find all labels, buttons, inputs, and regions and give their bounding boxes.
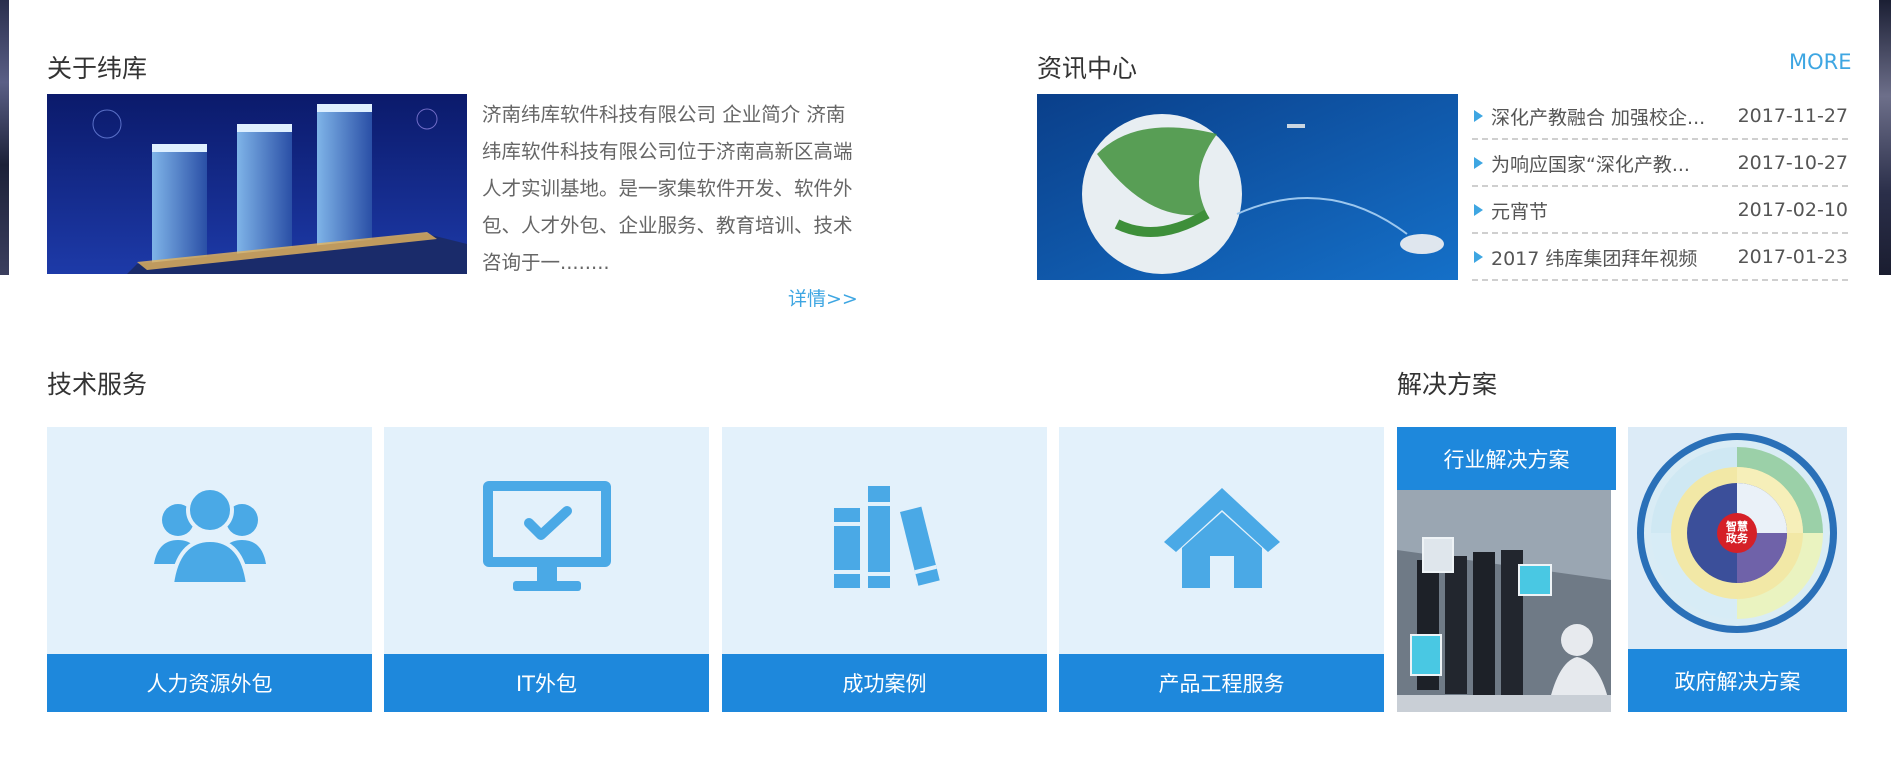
about-description: 济南纬库软件科技有限公司 企业简介 济南纬库软件科技有限公司位于济南高新区高端人… [482,103,853,274]
datacenter-image [1397,490,1611,712]
government-solution-label: 政府解决方案 [1628,649,1847,712]
gov-wheel-image: 智慧政务 [1628,427,1847,649]
about-more-link[interactable]: 详情>> [788,284,858,311]
service-label: 产品工程服务 [1059,654,1384,712]
government-solution-card[interactable]: 智慧政务 政府解决方案 [1628,427,1847,712]
service-label: 成功案例 [722,654,1047,712]
news-item-date: 2017-01-23 [1737,246,1848,268]
triangle-bullet-icon [1474,204,1483,216]
news-item-title: 深化产教融合 加强校企... [1491,106,1706,129]
industry-solution-label: 行业解决方案 [1397,427,1616,490]
tech-title: 技术服务 [47,370,148,399]
edge-photo-right [1879,0,1891,275]
news-list: 深化产教融合 加强校企... 2017-11-27 为响应国家“深化产教... … [1472,94,1848,282]
news-item[interactable]: 深化产教融合 加强校企... 2017-11-27 [1472,94,1848,140]
users-icon [47,457,372,617]
news-item-date: 2017-02-10 [1737,199,1848,221]
service-hr-outsourcing[interactable]: 人力资源外包 [47,427,372,712]
service-it-outsourcing[interactable]: IT外包 [384,427,709,712]
news-item[interactable]: 为响应国家“深化产教... 2017-10-27 [1472,141,1848,187]
service-product-engineering[interactable]: 产品工程服务 [1059,427,1384,712]
news-title: 资讯中心 [1037,54,1138,83]
about-title: 关于纬库 [47,54,148,83]
service-success-cases[interactable]: 成功案例 [722,427,1047,712]
news-item[interactable]: 2017 纬库集团拜年视频 2017-01-23 [1472,235,1848,281]
news-item-title: 为响应国家“深化产教... [1491,153,1690,176]
service-label: IT外包 [384,654,709,712]
triangle-bullet-icon [1474,251,1483,263]
edge-photo-left [0,0,9,275]
about-building-image [47,94,467,274]
industry-solution-card[interactable]: 行业解决方案 [1397,427,1616,712]
home-icon [1059,457,1384,617]
news-item-date: 2017-10-27 [1737,152,1848,174]
news-more-link[interactable]: MORE [1789,50,1852,74]
news-globe-image [1037,94,1458,280]
news-item-title: 元宵节 [1491,200,1549,223]
news-item[interactable]: 元宵节 2017-02-10 [1472,188,1848,234]
service-label: 人力资源外包 [47,654,372,712]
solutions-title: 解决方案 [1397,370,1498,399]
books-icon [722,457,1047,617]
news-item-title: 2017 纬库集团拜年视频 [1491,247,1698,270]
triangle-bullet-icon [1474,157,1483,169]
triangle-bullet-icon [1474,110,1483,122]
gov-center-text: 智慧政务 [1726,520,1748,545]
news-item-date: 2017-11-27 [1737,105,1848,127]
monitor-check-icon [384,457,709,617]
